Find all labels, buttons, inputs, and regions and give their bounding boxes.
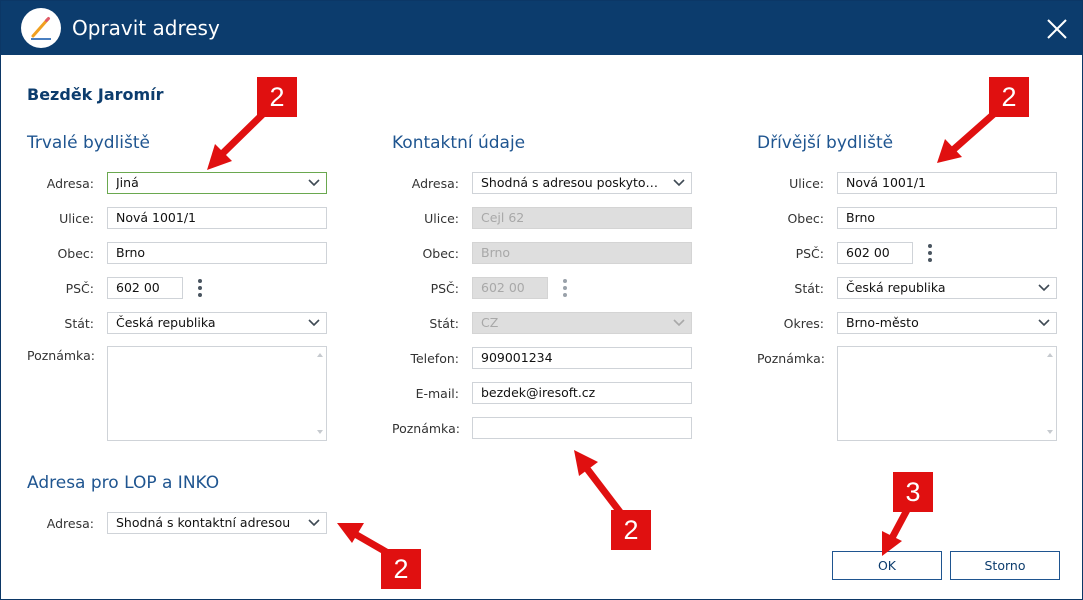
permanent-city-input[interactable]: Brno bbox=[107, 242, 327, 264]
permanent-address-value: Jiná bbox=[116, 175, 139, 190]
lop-address-select[interactable]: Shodná s kontaktní adresou bbox=[107, 512, 327, 534]
contact-email-label: E-mail: bbox=[415, 386, 459, 401]
lop-address-label: Adresa: bbox=[46, 516, 94, 531]
permanent-street-label: Ulice: bbox=[59, 211, 94, 226]
chevron-down-icon bbox=[1038, 284, 1050, 292]
permanent-country-select[interactable]: Česká republika bbox=[107, 312, 327, 334]
more-options-icon bbox=[562, 278, 568, 298]
contact-heading: Kontaktní údaje bbox=[392, 133, 526, 153]
annotation-badge: 3 bbox=[893, 472, 933, 512]
person-name: Bezděk Jaromír bbox=[27, 85, 164, 104]
chevron-down-icon bbox=[1038, 319, 1050, 327]
title-bar: Opravit adresy bbox=[1, 1, 1082, 55]
contact-street-label: Ulice: bbox=[424, 211, 459, 226]
previous-note-textarea[interactable] bbox=[837, 346, 1057, 441]
contact-country-label: Stát: bbox=[429, 316, 459, 331]
permanent-street-input[interactable]: Nová 1001/1 bbox=[107, 207, 327, 229]
scrollbar[interactable] bbox=[1044, 347, 1056, 440]
pencil-icon bbox=[21, 8, 61, 48]
contact-street-input: Cejl 62 bbox=[472, 207, 692, 229]
chevron-down-icon bbox=[308, 179, 320, 187]
contact-phone-input[interactable]: 909001234 bbox=[472, 347, 692, 369]
contact-address-value: Shodná s adresou poskytov... bbox=[481, 175, 664, 190]
previous-zip-input[interactable]: 602 00 bbox=[837, 242, 913, 264]
annotation-badge: 2 bbox=[381, 549, 421, 589]
scrollbar[interactable] bbox=[314, 347, 326, 440]
permanent-note-label: Poznámka: bbox=[27, 348, 95, 363]
previous-note-label: Poznámka: bbox=[757, 351, 825, 366]
previous-country-select[interactable]: Česká republika bbox=[837, 277, 1057, 299]
ok-button[interactable]: OK bbox=[832, 551, 942, 580]
previous-district-value: Brno-město bbox=[846, 315, 919, 330]
previous-heading: Dřívější bydliště bbox=[757, 133, 894, 153]
previous-street-label: Ulice: bbox=[789, 176, 824, 191]
lop-heading: Adresa pro LOP a INKO bbox=[27, 473, 220, 493]
permanent-address-select[interactable]: Jiná bbox=[107, 172, 327, 194]
previous-country-label: Stát: bbox=[794, 281, 824, 296]
previous-city-label: Obec: bbox=[787, 211, 824, 226]
chevron-down-icon bbox=[308, 319, 320, 327]
scroll-up-icon[interactable] bbox=[1047, 353, 1053, 357]
permanent-address-label: Adresa: bbox=[46, 176, 94, 191]
contact-zip-label: PSČ: bbox=[430, 281, 459, 296]
previous-district-label: Okres: bbox=[783, 316, 824, 331]
previous-street-input[interactable]: Nová 1001/1 bbox=[837, 172, 1057, 194]
permanent-zip-input[interactable]: 602 00 bbox=[107, 277, 183, 299]
annotation-badge: 2 bbox=[989, 77, 1029, 117]
contact-address-select[interactable]: Shodná s adresou poskytov... bbox=[472, 172, 692, 194]
contact-note-input[interactable] bbox=[472, 417, 692, 439]
contact-address-label: Adresa: bbox=[411, 176, 459, 191]
window-title: Opravit adresy bbox=[72, 16, 220, 40]
scroll-up-icon[interactable] bbox=[317, 353, 323, 357]
more-options-icon[interactable] bbox=[927, 243, 933, 263]
previous-country-value: Česká republika bbox=[846, 280, 946, 295]
chevron-down-icon bbox=[673, 179, 685, 187]
contact-country-select: CZ bbox=[472, 312, 692, 334]
permanent-heading: Trvalé bydliště bbox=[27, 133, 151, 153]
permanent-country-label: Stát: bbox=[64, 316, 94, 331]
previous-district-select[interactable]: Brno-město bbox=[837, 312, 1057, 334]
cancel-button[interactable]: Storno bbox=[950, 551, 1060, 580]
annotation-badge: 2 bbox=[611, 510, 651, 550]
lop-address-value: Shodná s kontaktní adresou bbox=[116, 515, 291, 530]
contact-city-label: Obec: bbox=[422, 246, 459, 261]
contact-phone-label: Telefon: bbox=[410, 351, 459, 366]
permanent-note-textarea[interactable] bbox=[107, 346, 327, 441]
scroll-down-icon[interactable] bbox=[1047, 430, 1053, 434]
previous-zip-label: PSČ: bbox=[795, 246, 824, 261]
permanent-zip-label: PSČ: bbox=[65, 281, 94, 296]
contact-country-value: CZ bbox=[481, 315, 499, 330]
contact-zip-input: 602 00 bbox=[472, 277, 548, 299]
chevron-down-icon bbox=[673, 319, 685, 327]
chevron-down-icon bbox=[308, 519, 320, 527]
scroll-down-icon[interactable] bbox=[317, 430, 323, 434]
contact-email-input[interactable]: bezdek@iresoft.cz bbox=[472, 382, 692, 404]
contact-note-label: Poznámka: bbox=[392, 421, 460, 436]
close-icon[interactable] bbox=[1045, 17, 1069, 41]
more-options-icon[interactable] bbox=[197, 278, 203, 298]
annotation-badge: 2 bbox=[257, 77, 297, 117]
previous-city-input[interactable]: Brno bbox=[837, 207, 1057, 229]
permanent-city-label: Obec: bbox=[57, 246, 94, 261]
permanent-country-value: Česká republika bbox=[116, 315, 216, 330]
contact-city-input: Brno bbox=[472, 242, 692, 264]
